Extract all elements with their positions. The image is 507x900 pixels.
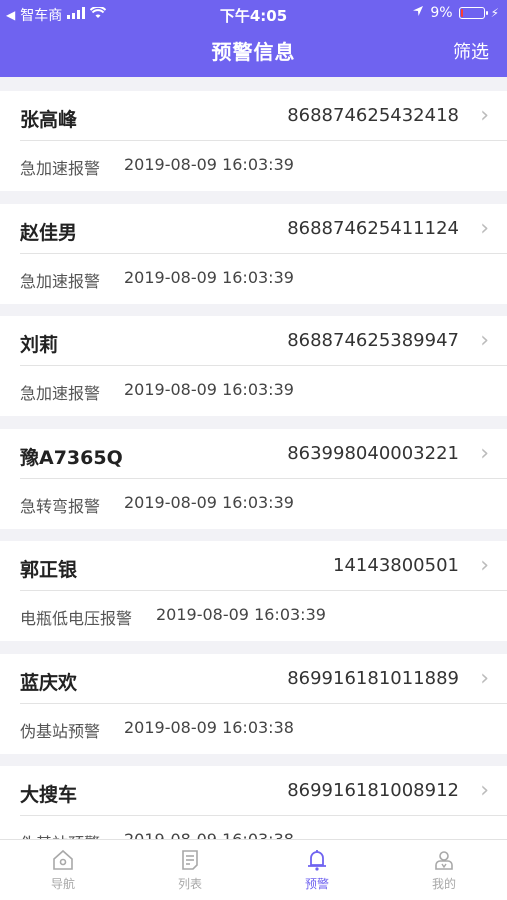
charging-icon: ⚡ bbox=[490, 6, 499, 20]
user-icon bbox=[381, 848, 507, 872]
alert-header-row[interactable]: 大搜车 869916181008912 › bbox=[0, 766, 507, 815]
device-id: 869916181011889 bbox=[287, 667, 459, 689]
tab-profile[interactable]: 我的 bbox=[381, 840, 507, 900]
device-id: 863998040003221 bbox=[287, 442, 459, 464]
chevron-right-icon[interactable]: › bbox=[480, 553, 489, 578]
divider bbox=[20, 815, 507, 816]
divider bbox=[20, 252, 507, 254]
vehicle-name: 蓝庆欢 bbox=[20, 671, 78, 694]
vehicle-name: 大搜车 bbox=[20, 784, 78, 806]
alert-header-row[interactable]: 赵佳男 868874625411124 › bbox=[0, 204, 507, 253]
device-id: 868874625432418 bbox=[287, 105, 459, 126]
battery-percent: 9% bbox=[430, 5, 453, 21]
vehicle-name: 豫A7365Q bbox=[20, 446, 123, 469]
alert-time: 2019-08-09 16:03:38 bbox=[124, 717, 294, 737]
divider bbox=[20, 477, 507, 479]
alert-time: 2019-08-09 16:03:39 bbox=[156, 605, 326, 624]
divider bbox=[20, 365, 507, 366]
home-icon bbox=[0, 848, 126, 872]
tab-alerts[interactable]: 预警 bbox=[254, 840, 380, 900]
alert-time: 2019-08-09 16:03:39 bbox=[124, 155, 294, 174]
chevron-right-icon[interactable]: › bbox=[480, 216, 489, 241]
alert-type: 急加速报警 bbox=[20, 159, 101, 178]
device-id: 869916181008912 bbox=[287, 780, 459, 801]
chevron-right-icon[interactable]: › bbox=[480, 778, 489, 803]
device-id: 14143800501 bbox=[333, 555, 459, 576]
alert-type: 电瓶低电压报警 bbox=[20, 609, 133, 628]
alert-list[interactable]: 张高峰 868874625432418 › 急加速报警 2019-08-09 16:03… bbox=[0, 77, 507, 839]
alert-card[interactable]: 豫A7365Q 863998040003221 › 急转弯报警 2019-08-09 1… bbox=[0, 428, 507, 529]
status-bar: ◀ 智车商 下午4:05 9% ⚡ bbox=[0, 0, 507, 28]
device-id: 868874625411124 bbox=[287, 217, 459, 239]
alert-card[interactable]: 郭正银 14143800501 › 电瓶低电压报警 2019-08-09 16:03:3… bbox=[0, 541, 507, 641]
chevron-right-icon[interactable]: › bbox=[480, 441, 489, 466]
divider bbox=[20, 702, 507, 704]
chevron-right-icon[interactable]: › bbox=[480, 103, 489, 128]
tab-navigation[interactable]: 导航 bbox=[0, 840, 126, 900]
page-title: 预警信息 bbox=[211, 40, 296, 64]
divider bbox=[20, 140, 507, 141]
vehicle-name: 郭正银 bbox=[20, 559, 78, 581]
device-id: 868874625389947 bbox=[287, 330, 459, 351]
alert-time: 2019-08-09 16:03:39 bbox=[124, 492, 294, 512]
chevron-right-icon[interactable]: › bbox=[480, 666, 489, 691]
vehicle-name: 赵佳男 bbox=[20, 221, 78, 244]
filter-button[interactable]: 筛选 bbox=[453, 38, 489, 64]
location-icon bbox=[412, 5, 424, 21]
alert-time: 2019-08-09 16:03:38 bbox=[124, 830, 294, 839]
alert-card[interactable]: 刘莉 868874625389947 › 急加速报警 2019-08-09 16:03:… bbox=[0, 316, 507, 416]
tab-list[interactable]: 列表 bbox=[127, 840, 253, 900]
alert-header-row[interactable]: 郭正银 14143800501 › bbox=[0, 541, 507, 590]
chevron-right-icon[interactable]: › bbox=[480, 328, 489, 353]
alert-card[interactable]: 张高峰 868874625432418 › 急加速报警 2019-08-09 16:03… bbox=[0, 91, 507, 191]
alert-card[interactable]: 大搜车 869916181008912 › 伪基站预警 2019-08-09 16:03… bbox=[0, 766, 507, 839]
bell-icon bbox=[254, 848, 380, 872]
alert-card[interactable]: 赵佳男 868874625411124 › 急加速报警 2019-08-09 16:03… bbox=[0, 203, 507, 304]
alert-type: 急加速报警 bbox=[20, 384, 101, 403]
tab-bar: 导航 列表 预警 我的 bbox=[0, 839, 507, 900]
vehicle-name: 张高峰 bbox=[20, 109, 78, 131]
tab-label: 列表 bbox=[177, 877, 202, 891]
alert-type: 急转弯报警 bbox=[20, 496, 101, 516]
tab-label: 我的 bbox=[431, 877, 456, 891]
alert-card[interactable]: 蓝庆欢 869916181011889 › 伪基站预警 2019-08-09 16:03… bbox=[0, 653, 507, 754]
nav-header: ◀ 智车商 下午4:05 9% ⚡ 预警信息 筛选 bbox=[0, 0, 507, 77]
alert-time: 2019-08-09 16:03:39 bbox=[124, 267, 294, 287]
alert-type: 急加速报警 bbox=[20, 271, 101, 291]
list-icon bbox=[127, 848, 253, 872]
alert-type: 伪基站预警 bbox=[20, 721, 101, 741]
tab-label: 导航 bbox=[50, 877, 75, 891]
vehicle-name: 刘莉 bbox=[20, 334, 59, 356]
alert-header-row[interactable]: 蓝庆欢 869916181011889 › bbox=[0, 654, 507, 703]
alert-type: 伪基站预警 bbox=[20, 830, 100, 839]
alert-header-row[interactable]: 豫A7365Q 863998040003221 › bbox=[0, 429, 507, 478]
alert-header-row[interactable]: 刘莉 868874625389947 › bbox=[0, 316, 507, 365]
alert-header-row[interactable]: 张高峰 868874625432418 › bbox=[0, 91, 507, 140]
battery-icon bbox=[458, 7, 488, 19]
alert-time: 2019-08-09 16:03:39 bbox=[124, 380, 294, 399]
tab-label: 预警 bbox=[304, 877, 329, 891]
divider bbox=[20, 590, 507, 591]
